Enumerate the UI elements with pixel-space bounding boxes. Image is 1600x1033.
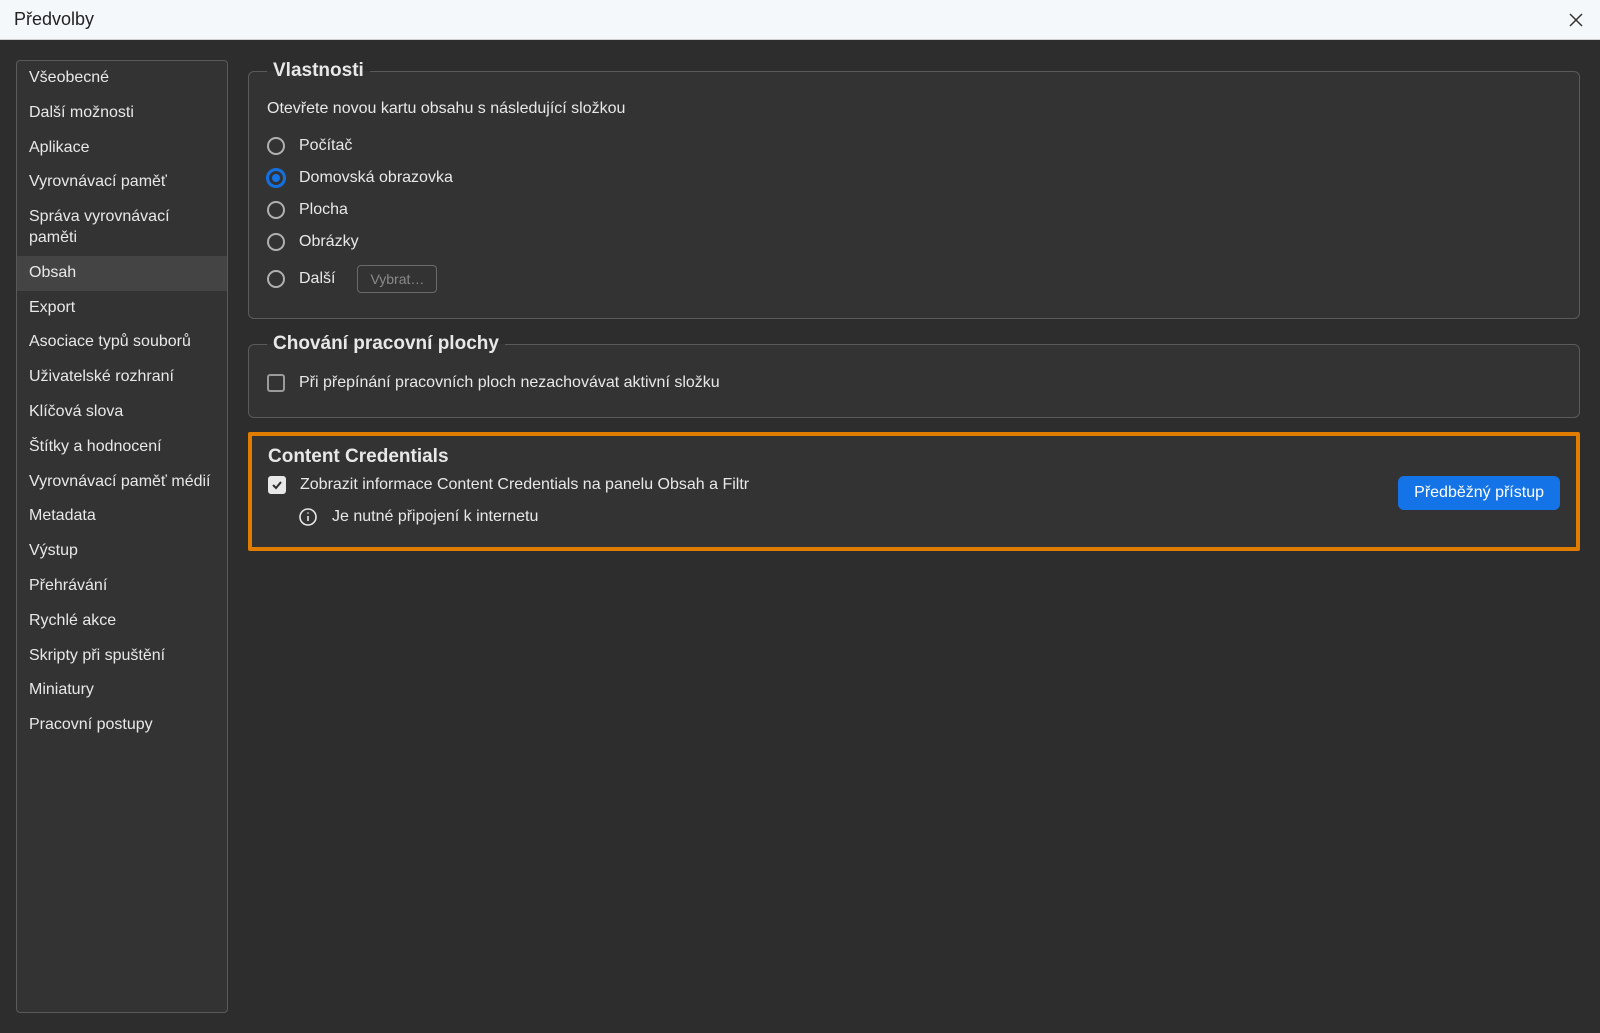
content-credentials-label: Zobrazit informace Content Credentials n… xyxy=(300,476,749,494)
workspace-behavior-group: Chování pracovní plochy Při přepínání pr… xyxy=(248,333,1580,418)
sidebar-item-16[interactable]: Skripty při spuštění xyxy=(17,639,227,674)
sidebar-item-12[interactable]: Metadata xyxy=(17,499,227,534)
properties-radio-0[interactable] xyxy=(267,137,285,155)
properties-option-1[interactable]: Domovská obrazovka xyxy=(267,162,1561,194)
content-area: Vlastnosti Otevřete novou kartu obsahu s… xyxy=(248,60,1580,1013)
content-credentials-info-text: Je nutné připojení k internetu xyxy=(332,508,538,526)
sidebar-item-6[interactable]: Export xyxy=(17,291,227,326)
sidebar-item-4[interactable]: Správa vyrovnávací paměti xyxy=(17,200,227,256)
properties-option-label-0: Počítač xyxy=(299,137,352,155)
sidebar-item-8[interactable]: Uživatelské rozhraní xyxy=(17,360,227,395)
titlebar: Předvolby xyxy=(0,0,1600,40)
sidebar-item-15[interactable]: Rychlé akce xyxy=(17,604,227,639)
close-icon xyxy=(1568,12,1584,28)
properties-option-4[interactable]: Další Vybrat… xyxy=(267,258,1561,300)
properties-option-3[interactable]: Obrázky xyxy=(267,226,1561,258)
properties-group: Vlastnosti Otevřete novou kartu obsahu s… xyxy=(248,60,1580,319)
properties-radio-2[interactable] xyxy=(267,201,285,219)
window-title: Předvolby xyxy=(14,9,94,30)
sidebar-item-17[interactable]: Miniatury xyxy=(17,673,227,708)
workspace-reset-row[interactable]: Při přepínání pracovních ploch nezachová… xyxy=(267,367,1561,399)
content-credentials-group: Content Credentials Zobrazit informace C… xyxy=(248,432,1580,551)
content-credentials-right: Předběžný přístup xyxy=(1398,476,1560,510)
content-credentials-left: Zobrazit informace Content Credentials n… xyxy=(268,476,749,527)
content-credentials-legend: Content Credentials xyxy=(268,446,1560,468)
sidebar-item-5[interactable]: Obsah xyxy=(17,256,227,291)
early-access-button[interactable]: Předběžný přístup xyxy=(1398,476,1560,510)
properties-option-label-4: Další xyxy=(299,270,335,288)
window-body: VšeobecnéDalší možnostiAplikaceVyrovnáva… xyxy=(0,40,1600,1033)
content-credentials-checkbox[interactable] xyxy=(268,476,286,494)
properties-option-label-1: Domovská obrazovka xyxy=(299,169,453,187)
content-credentials-row[interactable]: Zobrazit informace Content Credentials n… xyxy=(268,476,749,501)
sidebar-item-2[interactable]: Aplikace xyxy=(17,131,227,166)
properties-legend: Vlastnosti xyxy=(267,60,370,82)
sidebar-item-9[interactable]: Klíčová slova xyxy=(17,395,227,430)
properties-radio-1[interactable] xyxy=(267,169,285,187)
content-credentials-info: Je nutné připojení k internetu xyxy=(268,501,749,527)
properties-option-2[interactable]: Plocha xyxy=(267,194,1561,226)
close-button[interactable] xyxy=(1562,6,1590,34)
properties-option-label-3: Obrázky xyxy=(299,233,359,251)
sidebar-item-3[interactable]: Vyrovnávací paměť xyxy=(17,165,227,200)
info-icon xyxy=(298,507,318,527)
properties-option-0[interactable]: Počítač xyxy=(267,130,1561,162)
workspace-behavior-legend: Chování pracovní plochy xyxy=(267,333,505,355)
properties-description: Otevřete novou kartu obsahu s následujíc… xyxy=(267,100,1561,118)
sidebar-item-0[interactable]: Všeobecné xyxy=(17,61,227,96)
sidebar-item-11[interactable]: Vyrovnávací paměť médií xyxy=(17,465,227,500)
sidebar-item-18[interactable]: Pracovní postupy xyxy=(17,708,227,743)
workspace-reset-checkbox[interactable] xyxy=(267,374,285,392)
properties-option-label-2: Plocha xyxy=(299,201,348,219)
sidebar: VšeobecnéDalší možnostiAplikaceVyrovnáva… xyxy=(16,60,228,1013)
sidebar-item-1[interactable]: Další možnosti xyxy=(17,96,227,131)
properties-radio-list: Počítač Domovská obrazovka Plocha Obrázky Da… xyxy=(267,130,1561,300)
workspace-reset-label: Při přepínání pracovních ploch nezachová… xyxy=(299,374,720,392)
preferences-window: Předvolby VšeobecnéDalší možnostiAplikac… xyxy=(0,0,1600,1033)
sidebar-item-14[interactable]: Přehrávání xyxy=(17,569,227,604)
properties-radio-4[interactable] xyxy=(267,270,285,288)
sidebar-item-7[interactable]: Asociace typů souborů xyxy=(17,325,227,360)
properties-radio-3[interactable] xyxy=(267,233,285,251)
sidebar-item-13[interactable]: Výstup xyxy=(17,534,227,569)
sidebar-item-10[interactable]: Štítky a hodnocení xyxy=(17,430,227,465)
choose-folder-button[interactable]: Vybrat… xyxy=(357,265,437,293)
